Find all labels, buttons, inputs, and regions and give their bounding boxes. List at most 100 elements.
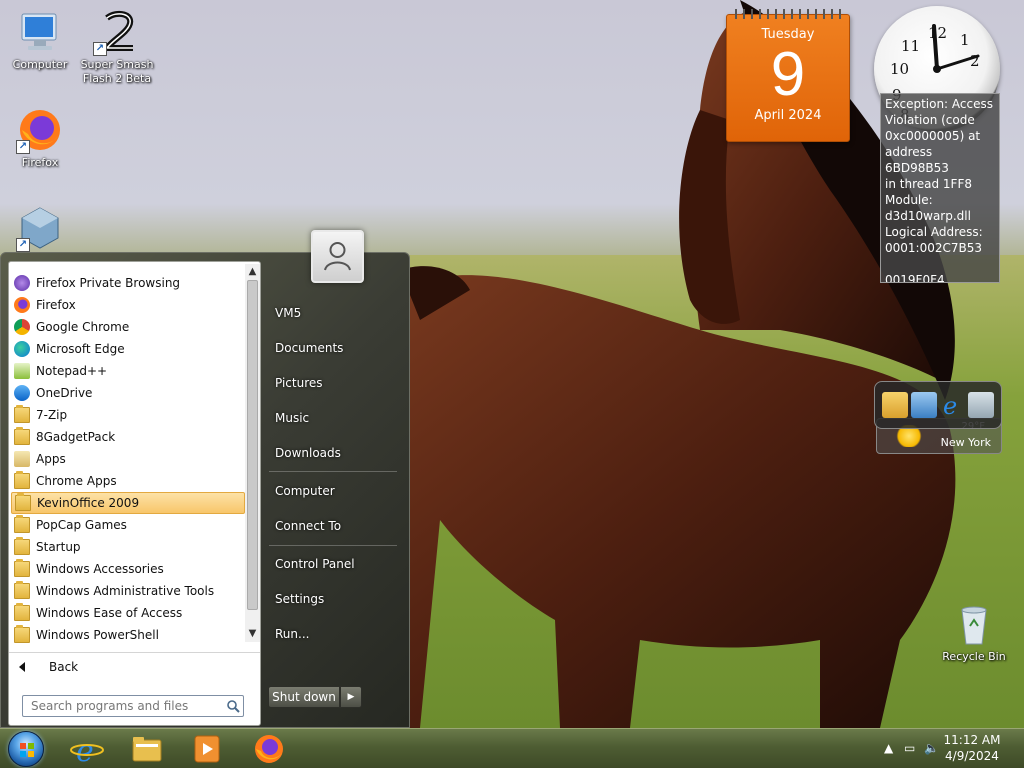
system-tray: ▲ ▭ 🔈 11:12 AM 4/9/2024 — [864, 729, 1024, 768]
firefox-desktop-icon[interactable]: ↗ Firefox — [2, 106, 78, 170]
exception-line: d3d10warp.dll — [885, 209, 971, 223]
start-place-settings[interactable]: Settings — [269, 586, 397, 612]
program-item[interactable]: OneDrive — [11, 382, 245, 404]
onedrive-icon — [14, 385, 30, 401]
recycle-bin-label: Recycle Bin — [942, 650, 1006, 663]
shortcut-arrow-icon: ↗ — [16, 140, 30, 154]
program-item[interactable]: Windows PowerShell — [11, 624, 245, 646]
program-label: Windows Administrative Tools — [36, 584, 215, 598]
exception-line: Violation (code — [885, 113, 975, 127]
shutdown-button[interactable]: Shut down — [268, 686, 340, 708]
quick-launch-gadget: e — [874, 381, 1002, 429]
folder-icon — [14, 515, 30, 533]
computer-desktop-icon[interactable]: Computer — [2, 8, 78, 72]
program-label: PopCap Games — [36, 518, 127, 532]
exception-line: Exception: Access — [885, 97, 993, 111]
exception-line: address 6BD98B53 — [885, 145, 949, 175]
back-button[interactable]: Back — [9, 652, 260, 680]
start-place-control-panel[interactable]: Control Panel — [269, 551, 397, 577]
file-explorer-icon[interactable] — [882, 392, 909, 418]
program-label: Apps — [36, 452, 66, 466]
firefox-label: Firefox — [21, 156, 59, 169]
network-tray-icon[interactable]: ▭ — [904, 741, 915, 755]
program-label: Firefox — [36, 298, 76, 312]
start-place-pictures[interactable]: Pictures — [269, 370, 397, 396]
program-item[interactable]: Chrome Apps — [11, 470, 245, 492]
program-item[interactable]: Windows Administrative Tools — [11, 580, 245, 602]
taskbar-internet-explorer[interactable]: e — [70, 733, 104, 768]
start-menu: Firefox Private Browsing Firefox Google Ch… — [0, 230, 411, 729]
tray-time: 11:12 AM — [943, 733, 1001, 747]
program-item[interactable]: KevinOffice 2009 — [11, 492, 245, 514]
program-label: KevinOffice 2009 — [37, 496, 140, 510]
recycle-bin-small-icon[interactable] — [967, 392, 994, 418]
program-item[interactable]: Firefox — [11, 294, 245, 316]
internet-explorer-icon: e — [70, 734, 104, 768]
program-label: Notepad++ — [36, 364, 108, 378]
recycle-bin-desktop-icon[interactable]: Recycle Bin — [936, 600, 1012, 664]
program-label: 8GadgetPack — [36, 430, 116, 444]
virtualbox-desktop-icon[interactable]: ↗ — [2, 204, 78, 254]
start-place-connect-to[interactable]: Connect To — [269, 513, 397, 539]
folder-icon — [132, 737, 162, 762]
program-label: Chrome Apps — [36, 474, 117, 488]
taskbar-file-explorer[interactable] — [130, 733, 164, 765]
user-avatar[interactable] — [311, 230, 364, 283]
program-item[interactable]: Firefox Private Browsing — [11, 272, 245, 294]
recycle-bin-icon — [950, 600, 998, 648]
program-item[interactable]: Microsoft Edge — [11, 338, 245, 360]
program-item[interactable]: Startup — [11, 536, 245, 558]
search-input[interactable]: Search programs and files — [22, 695, 244, 717]
scroll-up-button[interactable]: ▲ — [245, 264, 260, 280]
tray-date: 4/9/2024 — [945, 749, 999, 763]
start-place-music[interactable]: Music — [269, 405, 397, 431]
user-icon — [324, 242, 351, 271]
network-icon[interactable] — [910, 392, 937, 418]
shortcut-arrow-icon: ↗ — [93, 42, 107, 56]
show-hidden-icons-button[interactable]: ▲ — [884, 741, 893, 755]
exception-line: Module: — [885, 193, 933, 207]
program-item[interactable]: Windows Accessories — [11, 558, 245, 580]
program-item[interactable]: Windows Ease of Access — [11, 602, 245, 624]
chrome-icon — [14, 319, 30, 335]
calendar-gadget[interactable]: Tuesday 9 April 2024 — [726, 9, 850, 142]
folder-icon — [14, 537, 30, 555]
start-place-documents[interactable]: Documents — [269, 335, 397, 361]
volume-muted-icon[interactable]: 🔈 — [924, 741, 939, 755]
program-label: Firefox Private Browsing — [36, 276, 181, 290]
program-item[interactable]: Notepad++ — [11, 360, 245, 382]
exception-line: in thread 1FF8 — [885, 177, 972, 191]
taskbar: e ▲ ▭ 🔈 11:12 AM 4/9/2024 — [0, 728, 1024, 768]
search-icon[interactable] — [226, 699, 240, 713]
places-pane: VM5 Documents Pictures Music Downloads Comput… — [263, 230, 411, 729]
svg-text:e: e — [943, 392, 957, 418]
start-place-vm5[interactable]: VM5 — [269, 300, 397, 326]
firefox-icon — [14, 297, 30, 313]
programs-scrollbar[interactable]: ▲ ▼ — [245, 264, 260, 642]
firefox-private-icon — [14, 275, 30, 291]
internet-explorer-icon[interactable]: e — [939, 392, 965, 420]
program-item[interactable]: 8GadgetPack — [11, 426, 245, 448]
program-item[interactable]: Apps — [11, 448, 245, 470]
calendar-rings — [735, 9, 841, 19]
program-label: Startup — [36, 540, 81, 554]
taskbar-firefox[interactable] — [252, 733, 286, 765]
program-item[interactable]: 7-Zip — [11, 404, 245, 426]
program-item[interactable]: Google Chrome — [11, 316, 245, 338]
shutdown-options-arrow[interactable]: ▶ — [340, 686, 362, 708]
start-button[interactable] — [8, 731, 44, 767]
program-item[interactable]: PopCap Games — [11, 514, 245, 536]
ssf2-desktop-icon[interactable]: ↗ Super Smash Flash 2 Beta — [79, 8, 155, 86]
taskbar-media-player[interactable] — [190, 733, 224, 765]
calendar-day-number: 9 — [770, 40, 806, 109]
start-place-downloads[interactable]: Downloads — [269, 440, 397, 466]
computer-label: Computer — [12, 58, 68, 71]
start-place-run[interactable]: Run... — [269, 621, 397, 647]
clock-date[interactable]: 11:12 AM 4/9/2024 — [942, 732, 1002, 764]
exception-line — [885, 256, 995, 272]
start-place-computer[interactable]: Computer — [269, 478, 397, 504]
firefox-icon: ↗ — [16, 106, 64, 154]
scroll-thumb[interactable] — [247, 280, 258, 610]
scroll-down-button[interactable]: ▼ — [245, 626, 260, 642]
weather-city: New York — [940, 436, 991, 449]
